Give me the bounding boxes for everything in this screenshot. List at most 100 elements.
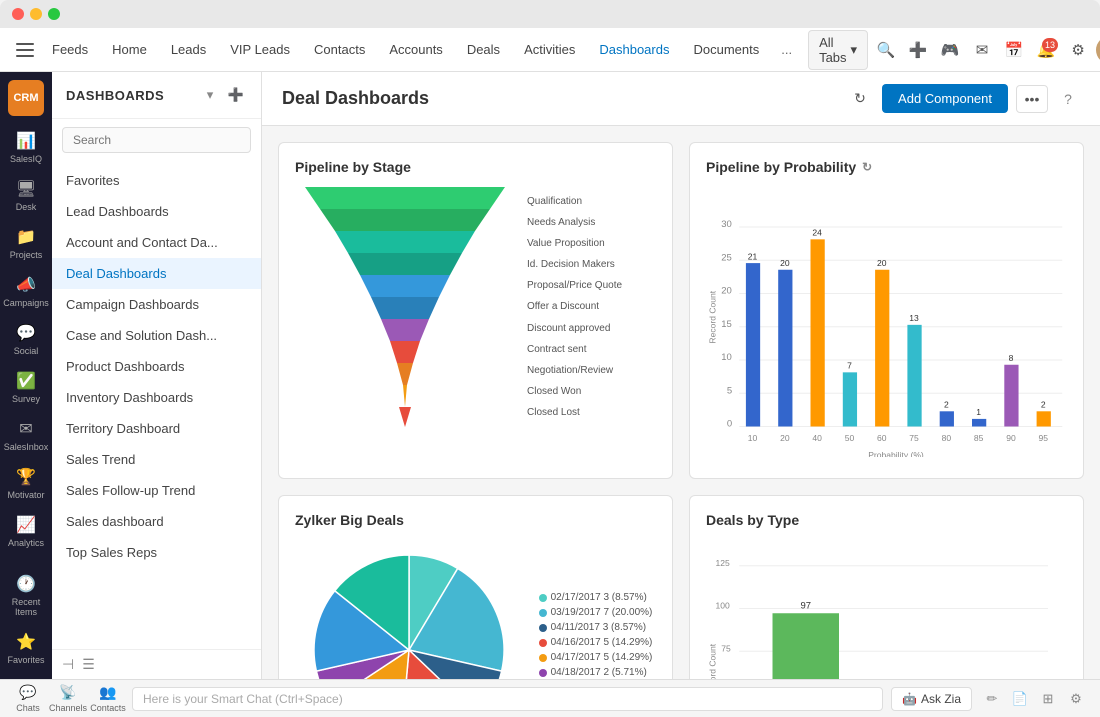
sidebar-item-territory[interactable]: Territory Dashboard <box>52 413 261 444</box>
dash-sidebar-chevron[interactable]: ▾ <box>199 84 221 106</box>
bottom-file-icon[interactable]: 📄 <box>1008 687 1032 711</box>
sidebar-item-deal-dashboards[interactable]: Deal Dashboards <box>52 258 261 289</box>
svg-text:125: 125 <box>716 558 731 568</box>
nav-documents[interactable]: Documents <box>683 36 769 63</box>
sidebar-item-sales-followup[interactable]: Sales Follow-up Trend <box>52 475 261 506</box>
add-icon-btn[interactable]: ➕ <box>904 36 932 64</box>
chats-btn[interactable]: 💬 Chats <box>12 683 44 715</box>
svg-text:50: 50 <box>845 433 855 443</box>
nav-home[interactable]: Home <box>102 36 157 63</box>
maximize-btn[interactable] <box>48 8 60 20</box>
svg-text:Record Count: Record Count <box>708 643 718 679</box>
nav-feeds[interactable]: Feeds <box>42 36 98 63</box>
sidebar-item-case-solution[interactable]: Case and Solution Dash... <box>52 320 261 351</box>
svg-text:21: 21 <box>748 251 758 261</box>
sidebar-search[interactable] <box>62 127 251 153</box>
nav-vip-leads[interactable]: VIP Leads <box>220 36 300 63</box>
nav-dashboards[interactable]: Dashboards <box>589 36 679 63</box>
sidebar-item-salesiq[interactable]: 📊 SalesIQ <box>4 124 48 170</box>
funnel-labels: Qualification Needs Analysis Value Propo… <box>527 187 656 427</box>
games-icon-btn[interactable]: 🎮 <box>936 36 964 64</box>
sidebar-item-lead-dashboards[interactable]: Lead Dashboards <box>52 196 261 227</box>
contacts-btn[interactable]: 👥 Contacts <box>92 683 124 715</box>
pipeline-by-stage-card: Pipeline by Stage <box>278 142 673 479</box>
sidebar-item-account-contact[interactable]: Account and Contact Da... <box>52 227 261 258</box>
sidebar-item-sales-trend[interactable]: Sales Trend <box>52 444 261 475</box>
sidebar-item-sales-dashboard[interactable]: Sales dashboard <box>52 506 261 537</box>
svg-text:10: 10 <box>721 352 732 363</box>
svg-text:1: 1 <box>976 407 981 417</box>
pie-legend-item: 04/11/2017 3 (8.57%) <box>539 622 653 633</box>
svg-text:15: 15 <box>721 319 732 330</box>
close-btn[interactable] <box>12 8 24 20</box>
svg-text:97: 97 <box>800 601 811 612</box>
refresh-btn[interactable]: ↻ <box>846 85 874 113</box>
svg-text:Probability (%): Probability (%) <box>868 450 924 457</box>
svg-text:75: 75 <box>909 433 919 443</box>
main-layout: CRM 📊 SalesIQ 🖥 Desk 📁 Projects 📣 Campai… <box>0 72 1100 679</box>
sidebar-item-favorites[interactable]: Favorites <box>52 165 261 196</box>
nav-activities[interactable]: Activities <box>514 36 585 63</box>
nav-contacts[interactable]: Contacts <box>304 36 375 63</box>
deals-by-type-title: Deals by Type <box>706 512 1067 528</box>
pipeline-by-probability-card: Pipeline by Probability ↻ 0 5 10 15 20 2… <box>689 142 1084 479</box>
nav-deals[interactable]: Deals <box>457 36 510 63</box>
nav-leads[interactable]: Leads <box>161 36 216 63</box>
channels-btn[interactable]: 📡 Channels <box>52 683 84 715</box>
sidebar-item-recent[interactable]: 🕐 Recent Items <box>4 567 48 623</box>
pie-legend-item: 04/18/2017 2 (5.71%) <box>539 667 653 678</box>
help-btn[interactable]: ? <box>1056 87 1080 111</box>
svg-text:24: 24 <box>812 228 822 238</box>
hamburger-menu[interactable] <box>12 36 38 64</box>
svg-text:90: 90 <box>1006 433 1016 443</box>
svg-text:13: 13 <box>909 313 919 323</box>
mail-icon-btn[interactable]: ✉ <box>968 36 996 64</box>
sidebar-item-inventory[interactable]: Inventory Dashboards <box>52 382 261 413</box>
sidebar-item-campaign[interactable]: Campaign Dashboards <box>52 289 261 320</box>
svg-text:85: 85 <box>974 433 984 443</box>
more-options-btn[interactable]: ••• <box>1016 85 1048 113</box>
dash-sidebar: DASHBOARDS ▾ ➕ Favorites Lead Dashboards… <box>52 72 262 679</box>
notification-icon-btn[interactable]: 🔔 13 <box>1032 36 1060 64</box>
bottom-grid-icon[interactable]: ⊞ <box>1036 687 1060 711</box>
nav-accounts[interactable]: Accounts <box>379 36 452 63</box>
svg-text:100: 100 <box>716 601 731 611</box>
sidebar-item-salesinbox[interactable]: ✉ SalesInbox <box>4 412 48 458</box>
svg-text:40: 40 <box>812 433 822 443</box>
sidebar-item-top-sales[interactable]: Top Sales Reps <box>52 537 261 568</box>
settings-icon-btn[interactable]: ⚙ <box>1064 36 1092 64</box>
dash-sidebar-add[interactable]: ➕ <box>225 84 247 106</box>
bottom-edit-icon[interactable]: ✏ <box>980 687 1004 711</box>
minimize-btn[interactable] <box>30 8 42 20</box>
pie-legend-item: 04/17/2017 5 (14.29%) <box>539 652 653 663</box>
svg-text:20: 20 <box>721 286 732 297</box>
sidebar-item-motivator[interactable]: 🏆 Motivator <box>4 460 48 506</box>
svg-text:20: 20 <box>877 258 887 268</box>
avatar[interactable]: U <box>1096 36 1100 64</box>
nav-more-dots[interactable]: ... <box>773 36 800 63</box>
zylker-big-deals-card: Zylker Big Deals 02/17/2017 3 (8.57%)03/… <box>278 495 673 679</box>
smart-chat-box[interactable]: Here is your Smart Chat (Ctrl+Space) <box>132 687 883 711</box>
sidebar-item-projects[interactable]: 📁 Projects <box>4 220 48 266</box>
zia-icon: 🤖 <box>902 692 917 706</box>
sidebar-item-product[interactable]: Product Dashboards <box>52 351 261 382</box>
sidebar-list-view-icon[interactable]: ☰ <box>82 656 95 673</box>
sidebar-item-desk[interactable]: 🖥 Desk <box>4 172 48 218</box>
add-component-button[interactable]: Add Component <box>882 84 1008 113</box>
search-icon-btn[interactable]: 🔍 <box>872 36 900 64</box>
svg-text:60: 60 <box>877 433 887 443</box>
ask-zia-btn[interactable]: 🤖 Ask Zia <box>891 687 972 711</box>
sidebar-item-favorites[interactable]: ⭐ Favorites <box>4 625 48 671</box>
calendar-icon-btn[interactable]: 📅 <box>1000 36 1028 64</box>
main-content: Deal Dashboards ↻ Add Component ••• ? Pi… <box>262 72 1100 679</box>
sidebar-item-survey[interactable]: ✅ Survey <box>4 364 48 410</box>
sidebar-collapse-icon[interactable]: ⊣ <box>62 656 74 673</box>
bottom-right-icons: ✏ 📄 ⊞ ⚙ <box>980 687 1088 711</box>
svg-text:10: 10 <box>748 433 758 443</box>
sidebar-item-social[interactable]: 💬 Social <box>4 316 48 362</box>
sidebar-item-analytics[interactable]: 📈 Analytics <box>4 508 48 554</box>
all-tabs-btn[interactable]: All Tabs ▾ <box>808 30 868 70</box>
prob-chart-refresh[interactable]: ↻ <box>862 160 872 174</box>
bottom-settings-icon[interactable]: ⚙ <box>1064 687 1088 711</box>
sidebar-item-campaigns[interactable]: 📣 Campaigns <box>4 268 48 314</box>
